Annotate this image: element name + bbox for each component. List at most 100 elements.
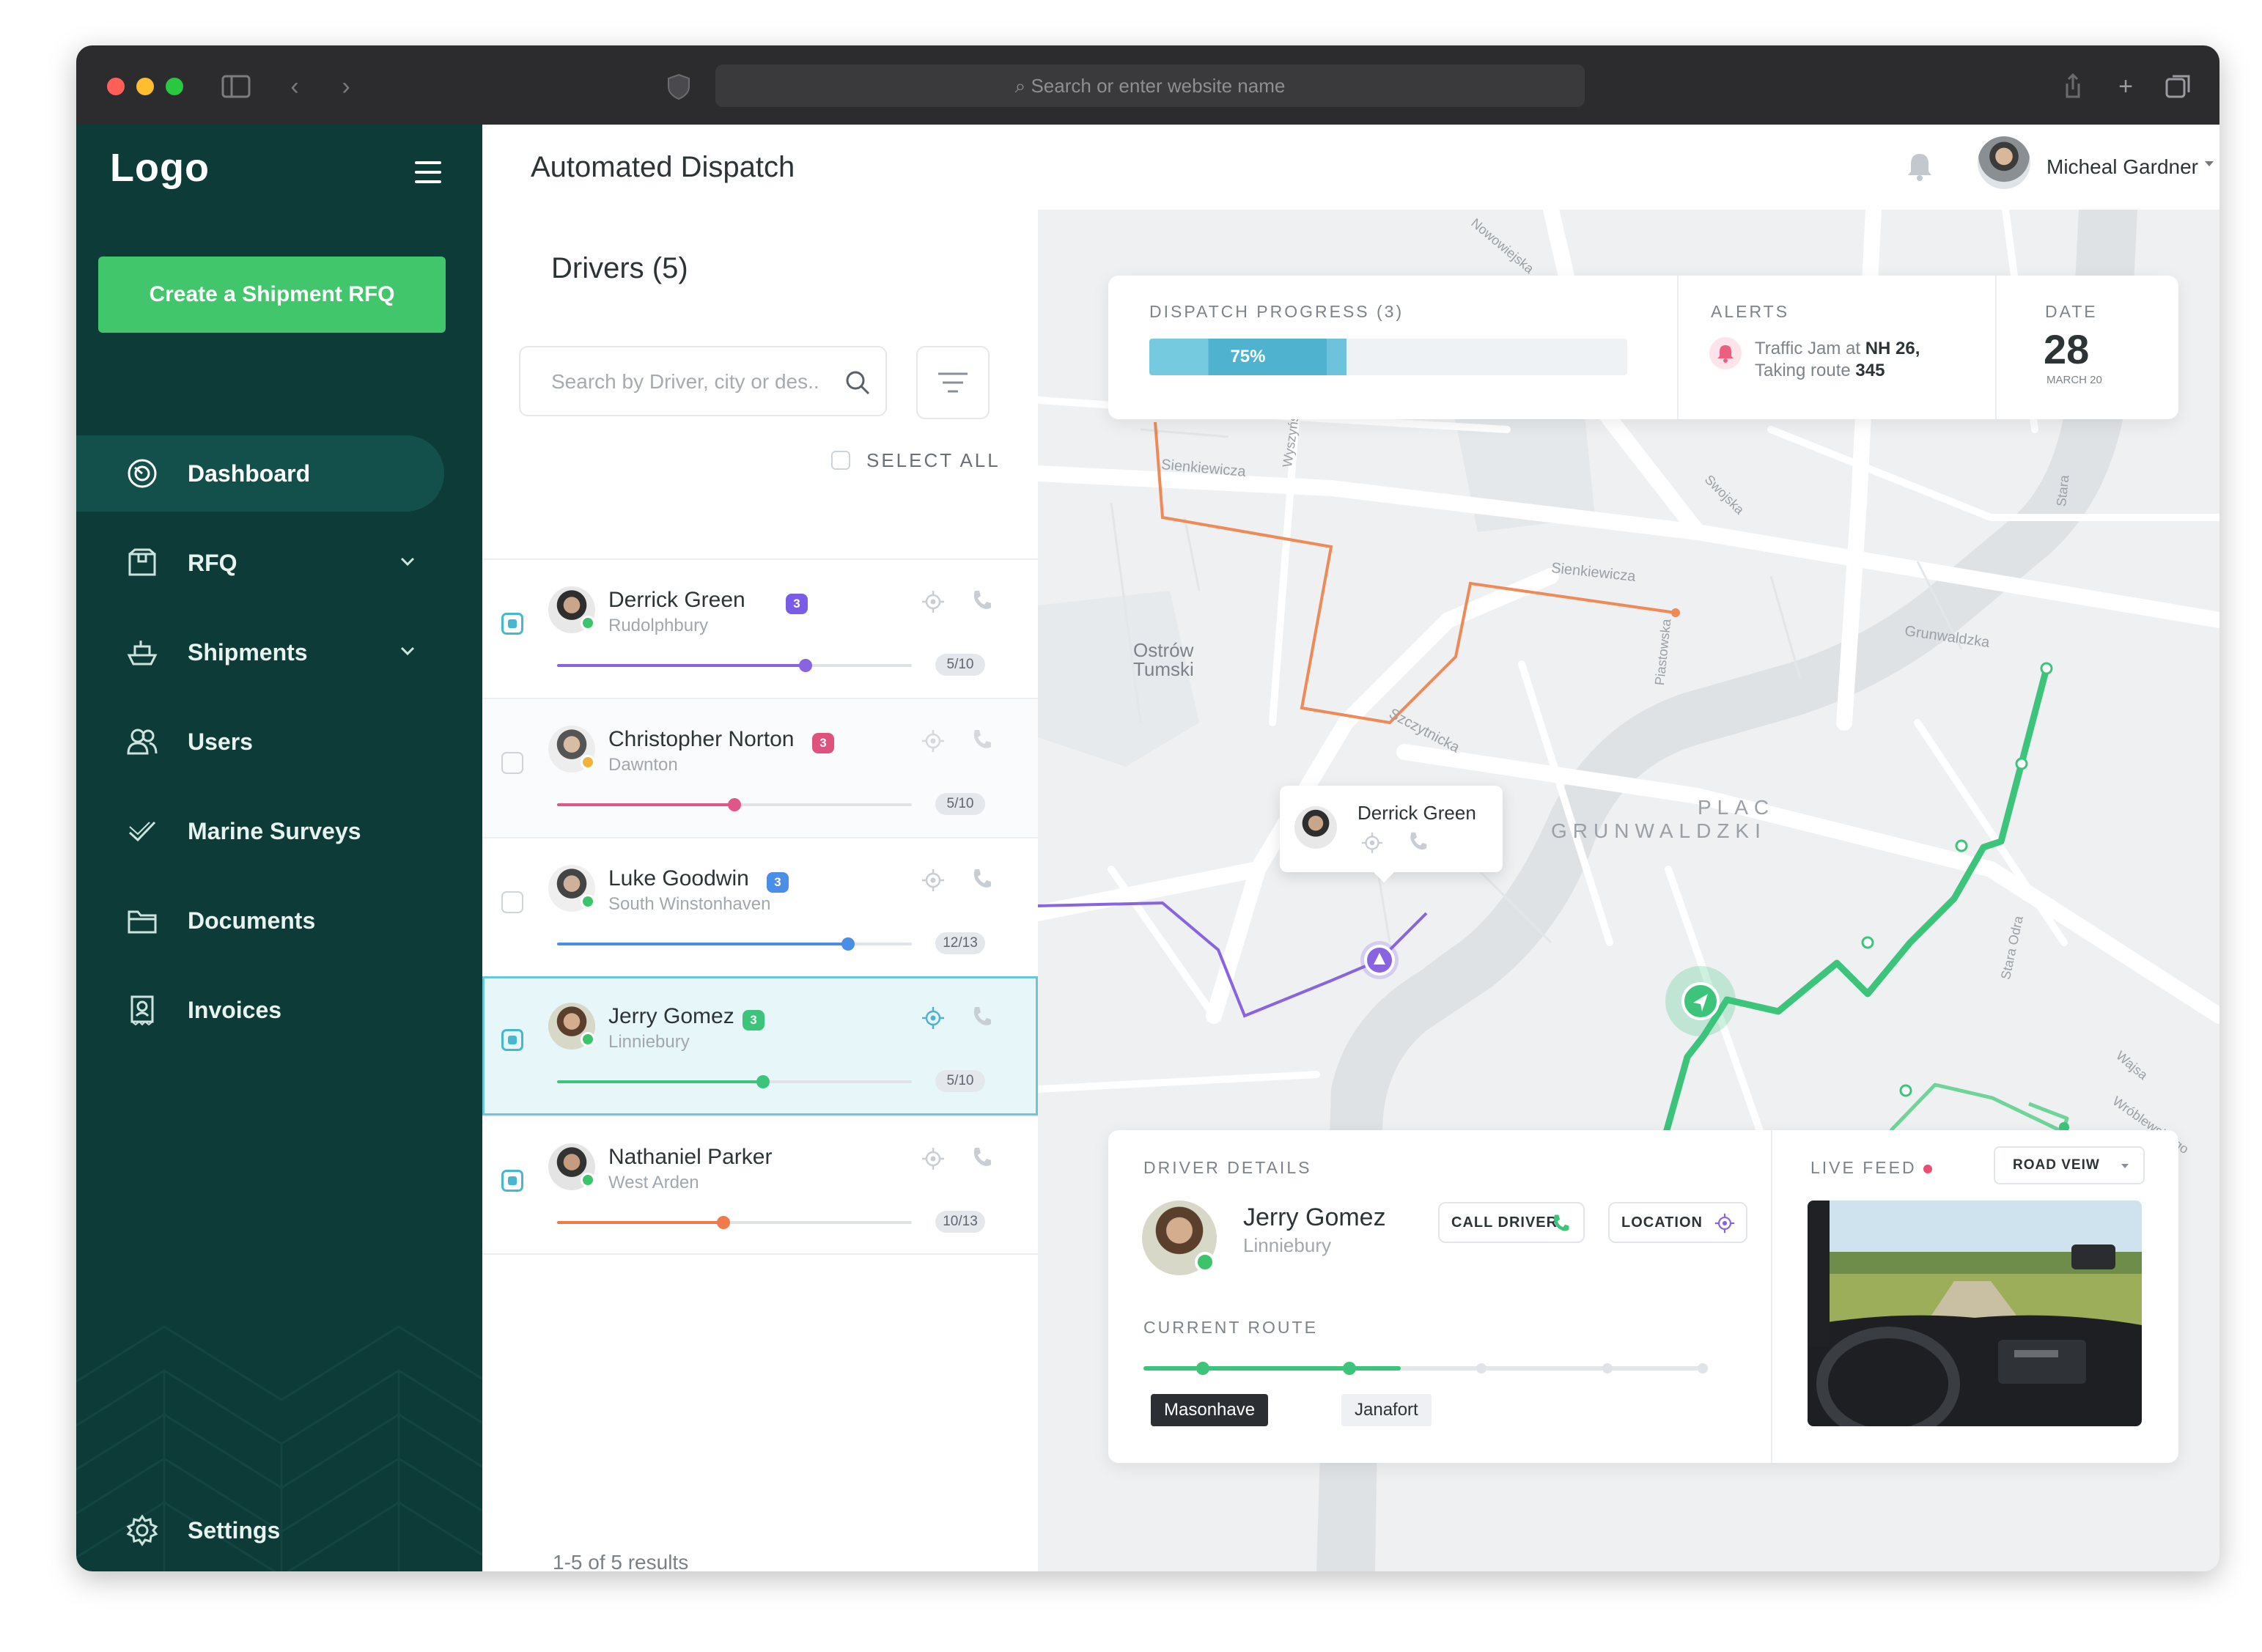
route-stop-marker[interactable] bbox=[1476, 1363, 1486, 1373]
phone-icon[interactable] bbox=[969, 588, 994, 613]
close-window-button[interactable] bbox=[107, 78, 125, 95]
driver-checkbox[interactable] bbox=[501, 891, 523, 913]
call-driver-button[interactable]: CALL DRIVER bbox=[1438, 1202, 1585, 1243]
driver-progress bbox=[557, 1075, 912, 1088]
sidebar-item-dashboard[interactable]: Dashboard bbox=[76, 435, 444, 512]
divider bbox=[1995, 276, 1997, 419]
location-icon[interactable] bbox=[921, 589, 946, 614]
location-icon[interactable] bbox=[921, 729, 946, 753]
driver-details-card: DRIVER DETAILS Jerry Gomez Linniebury CA… bbox=[1108, 1130, 2178, 1463]
invoice-icon bbox=[130, 995, 154, 1026]
location-icon[interactable] bbox=[921, 1006, 946, 1030]
location-icon[interactable] bbox=[921, 1146, 946, 1171]
sidebar-item-users[interactable]: Users bbox=[76, 704, 482, 780]
filter-button[interactable] bbox=[916, 346, 990, 419]
driver-name: Jerry Gomez bbox=[608, 1004, 734, 1028]
create-shipment-rfq-button[interactable]: Create a Shipment RFQ bbox=[98, 257, 446, 333]
date-day: 28 bbox=[2044, 326, 2090, 372]
sidebar-item-settings[interactable]: Settings bbox=[76, 1492, 482, 1568]
caret-down-icon bbox=[2121, 1164, 2129, 1168]
minimize-window-button[interactable] bbox=[136, 78, 154, 95]
phone-icon[interactable] bbox=[1406, 830, 1429, 853]
phone-icon[interactable] bbox=[969, 1004, 994, 1029]
user-name[interactable]: Micheal Gardner bbox=[2047, 125, 2198, 210]
phone-icon[interactable] bbox=[969, 727, 994, 752]
sidebar-item-label: Marine Surveys bbox=[188, 818, 361, 844]
location-icon[interactable] bbox=[1360, 831, 1384, 855]
sidebar-item-marine-surveys[interactable]: Marine Surveys bbox=[76, 793, 482, 869]
route-stop-marker[interactable] bbox=[1196, 1362, 1209, 1375]
driver-checkbox[interactable] bbox=[501, 1029, 523, 1051]
alert-text: Taking route bbox=[1755, 361, 1851, 380]
maximize-window-button[interactable] bbox=[166, 78, 183, 95]
map-area[interactable]: Sienkiewicza Sienkiewicza Ostrów Tumski … bbox=[1038, 210, 2219, 1571]
live-feed-video[interactable] bbox=[1808, 1201, 2142, 1426]
search-icon: ⌕ bbox=[1014, 75, 1031, 97]
search-icon[interactable] bbox=[843, 368, 872, 397]
driver-search-input[interactable] bbox=[550, 362, 839, 402]
call-driver-label: CALL DRIVER bbox=[1451, 1214, 1558, 1231]
location-icon bbox=[1714, 1213, 1735, 1234]
chevron-down-icon[interactable] bbox=[396, 639, 419, 663]
shield-icon[interactable] bbox=[663, 70, 695, 103]
sidebar-toggle-icon[interactable] bbox=[220, 70, 252, 103]
current-stop-label[interactable]: Masonhave bbox=[1151, 1394, 1269, 1426]
driver-row-nathaniel-parker[interactable]: Nathaniel Parker West Arden 10/13 bbox=[482, 1116, 1038, 1255]
driver-city: Dawnton bbox=[608, 755, 678, 775]
drivers-panel: Drivers (5) SELECT ALL Derrick Green 3 R… bbox=[482, 210, 1039, 1571]
sidebar-item-documents[interactable]: Documents bbox=[76, 882, 482, 959]
driver-city: Rudolphbury bbox=[608, 616, 709, 635]
view-select[interactable]: ROAD VEIW bbox=[1994, 1146, 2145, 1184]
route-stop-marker[interactable] bbox=[1343, 1362, 1356, 1375]
logo[interactable]: Logo bbox=[110, 145, 210, 191]
sidebar-item-label: Settings bbox=[188, 1517, 281, 1544]
share-icon[interactable] bbox=[2057, 70, 2089, 103]
sidebar-item-rfq[interactable]: RFQ bbox=[76, 525, 482, 601]
dashboard-icon bbox=[128, 459, 157, 488]
view-select-value: ROAD VEIW bbox=[2013, 1157, 2100, 1173]
phone-icon[interactable] bbox=[969, 866, 994, 891]
users-icon bbox=[127, 729, 158, 755]
forward-icon[interactable]: › bbox=[330, 70, 362, 103]
sidebar-item-label: Documents bbox=[188, 907, 316, 934]
select-all-label: SELECT ALL bbox=[866, 449, 1001, 471]
location-icon[interactable] bbox=[921, 868, 946, 893]
sidebar-item-invoices[interactable]: Invoices bbox=[76, 972, 482, 1048]
sidebar-item-shipments[interactable]: Shipments bbox=[76, 614, 482, 690]
driver-city: West Arden bbox=[608, 1173, 699, 1192]
location-button[interactable]: LOCATION bbox=[1608, 1202, 1747, 1243]
phone-icon[interactable] bbox=[969, 1145, 994, 1170]
tabs-overview-icon[interactable] bbox=[2162, 70, 2195, 103]
driver-count: 5/10 bbox=[935, 793, 985, 815]
driver-checkbox[interactable] bbox=[501, 1170, 523, 1192]
url-bar[interactable]: ⌕ Search or enter website name bbox=[715, 64, 1585, 107]
next-stop-label[interactable]: Janafort bbox=[1341, 1394, 1432, 1426]
sidebar-item-label: Users bbox=[188, 729, 253, 755]
back-icon[interactable]: ‹ bbox=[279, 70, 311, 103]
driver-row-derrick-green[interactable]: Derrick Green 3 Rudolphbury 5/10 bbox=[482, 558, 1038, 698]
chevron-down-icon[interactable] bbox=[396, 550, 419, 573]
bell-icon[interactable] bbox=[1901, 148, 1938, 185]
route-stop-marker[interactable] bbox=[1698, 1363, 1708, 1373]
alert-line-1: Traffic Jam at NH 26, bbox=[1755, 339, 1920, 359]
browser-toolbar: ‹ › ⌕ Search or enter website name + bbox=[76, 45, 2219, 125]
select-all[interactable]: SELECT ALL bbox=[831, 449, 1001, 472]
driver-row-christopher-norton[interactable]: Christopher Norton 3 Dawnton 5/10 bbox=[482, 698, 1038, 837]
map-driver-name: Derrick Green bbox=[1357, 802, 1476, 824]
driver-row-jerry-gomez[interactable]: Jerry Gomez 3 Linniebury 5/10 bbox=[482, 976, 1038, 1116]
map-driver-popup[interactable]: Derrick Green bbox=[1280, 786, 1503, 882]
driver-checkbox[interactable] bbox=[501, 752, 523, 774]
driver-checkbox[interactable] bbox=[501, 613, 523, 635]
new-tab-icon[interactable]: + bbox=[2110, 70, 2142, 103]
route-stop-marker[interactable] bbox=[1602, 1363, 1613, 1373]
caret-down-icon[interactable] bbox=[2205, 161, 2214, 166]
menu-icon[interactable] bbox=[415, 161, 441, 185]
driver-row-luke-goodwin[interactable]: Luke Goodwin 3 South Winstonhaven 12/13 bbox=[482, 837, 1038, 976]
driver-name: Nathaniel Parker bbox=[608, 1145, 773, 1169]
date-label: DATE bbox=[2045, 302, 2098, 321]
select-all-checkbox[interactable] bbox=[831, 451, 850, 470]
avatar[interactable] bbox=[1978, 136, 2030, 189]
avatar bbox=[1294, 806, 1337, 849]
driver-progress bbox=[557, 798, 912, 811]
avatar bbox=[1142, 1201, 1217, 1275]
